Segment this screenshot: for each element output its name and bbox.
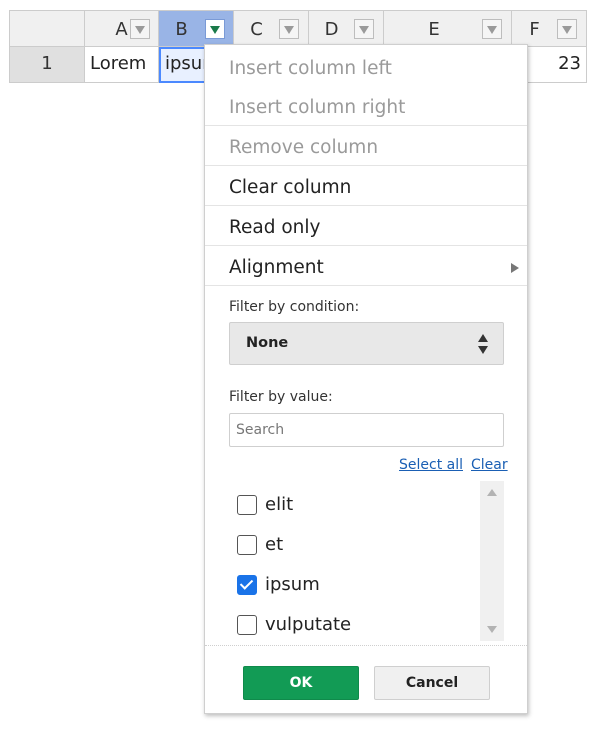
- menu-item-insert-column-left: Insert column left: [229, 58, 392, 79]
- list-item[interactable]: et: [237, 525, 477, 565]
- menu-separator: [205, 245, 527, 246]
- submenu-arrow-icon: [511, 263, 519, 273]
- column-menu-button[interactable]: [557, 19, 577, 39]
- column-menu-button[interactable]: [205, 19, 225, 39]
- value-label: ipsum: [265, 574, 320, 595]
- cell-a1[interactable]: Lorem: [85, 47, 159, 83]
- filter-value-search-input[interactable]: [229, 413, 504, 447]
- menu-item-read-only[interactable]: Read only: [205, 208, 527, 248]
- menu-separator: [205, 205, 527, 206]
- column-header-d[interactable]: D: [309, 10, 384, 47]
- menu-item-clear-column[interactable]: Clear column: [205, 168, 527, 208]
- column-header-b[interactable]: B: [159, 10, 234, 47]
- filter-by-condition-label: Filter by condition:: [229, 299, 360, 315]
- column-header-label: C: [250, 19, 263, 40]
- value-checkbox[interactable]: [237, 615, 257, 635]
- column-header-label: D: [324, 19, 339, 40]
- menu-separator: [205, 125, 527, 126]
- menu-item-alignment-label: Alignment: [229, 257, 324, 278]
- select-updown-icon: [477, 334, 489, 354]
- filter-by-value-label: Filter by value:: [229, 389, 333, 405]
- menu-item-alignment[interactable]: Alignment: [205, 248, 527, 288]
- condition-select[interactable]: None: [229, 322, 504, 365]
- column-header-label: B: [175, 19, 188, 40]
- column-header-c[interactable]: C: [234, 10, 309, 47]
- value-label: et: [265, 534, 284, 555]
- value-label: vulputate: [265, 614, 352, 635]
- column-menu-button[interactable]: [279, 19, 299, 39]
- select-all-link[interactable]: Select all: [399, 457, 463, 473]
- row-header-1[interactable]: 1: [9, 47, 85, 83]
- column-header-f[interactable]: F: [512, 10, 587, 47]
- column-header-e[interactable]: E: [384, 10, 512, 47]
- value-checkbox[interactable]: [237, 575, 257, 595]
- menu-separator: [205, 285, 527, 286]
- value-checkbox[interactable]: [237, 495, 257, 515]
- clear-link[interactable]: Clear: [471, 457, 508, 473]
- column-header-label: E: [428, 19, 440, 40]
- scroll-up-icon[interactable]: [487, 489, 497, 496]
- condition-select-value: None: [246, 335, 289, 351]
- grid-corner[interactable]: [9, 10, 85, 47]
- menu-separator: [205, 165, 527, 166]
- column-menu-button[interactable]: [482, 19, 502, 39]
- value-label: elit: [265, 494, 294, 515]
- column-menu-button[interactable]: [354, 19, 374, 39]
- column-menu-button[interactable]: [130, 19, 150, 39]
- column-header-a[interactable]: A: [85, 10, 159, 47]
- filter-values-list[interactable]: elit et ipsum vulputate: [229, 481, 504, 641]
- column-header-label: F: [529, 19, 540, 40]
- cancel-button[interactable]: Cancel: [374, 666, 490, 700]
- ok-button[interactable]: OK: [243, 666, 359, 700]
- menu-item-insert-column-right: Insert column right: [229, 97, 406, 118]
- value-checkbox[interactable]: [237, 535, 257, 555]
- column-dropdown-menu: Insert column left Insert column right R…: [204, 44, 528, 714]
- scroll-down-icon[interactable]: [487, 626, 497, 633]
- list-item[interactable]: ipsum: [237, 565, 477, 605]
- footer-separator: [205, 645, 527, 646]
- list-scrollbar[interactable]: [480, 481, 504, 641]
- list-item[interactable]: elit: [237, 485, 477, 525]
- list-item[interactable]: vulputate: [237, 605, 477, 641]
- menu-item-remove-column: Remove column: [229, 137, 379, 158]
